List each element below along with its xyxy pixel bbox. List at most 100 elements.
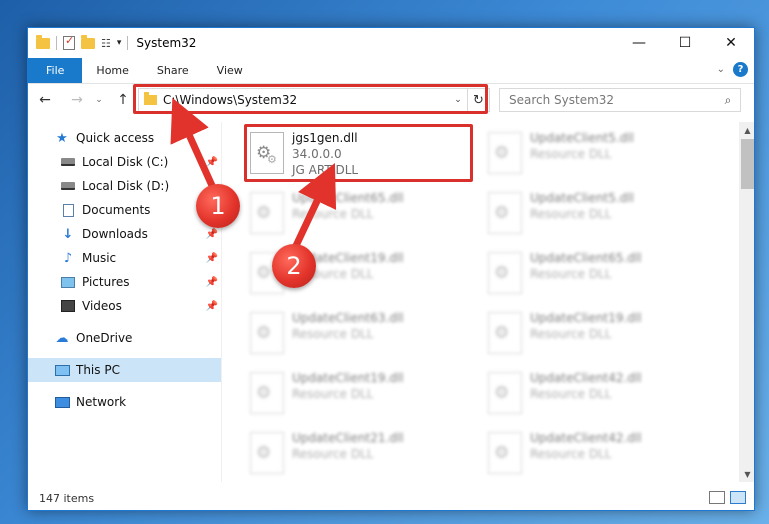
sidebar-item-documents[interactable]: Documents xyxy=(28,198,221,222)
file-list: ⚙ ⚙ jgs1gen.dll 34.0.0.0 JG ART DLL ⚙ Upd… xyxy=(224,122,739,480)
minimize-button[interactable]: — xyxy=(616,28,662,58)
sidebar-item-label: OneDrive xyxy=(76,331,133,345)
sidebar-item-quick-access[interactable]: ★ Quick access xyxy=(28,126,221,150)
sidebar-item-network[interactable]: Network xyxy=(28,390,221,414)
pin-icon: 📌 xyxy=(205,156,218,168)
recent-locations-button[interactable]: ⌄ xyxy=(92,95,106,105)
toolbar-divider xyxy=(56,36,57,50)
file-tile-jgs1gen[interactable]: ⚙ ⚙ jgs1gen.dll 34.0.0.0 JG ART DLL xyxy=(244,126,470,182)
file-tile[interactable]: ⚙ UpdateClient5.dll Resource DLL xyxy=(482,186,708,242)
file-tile[interactable]: ⚙ UpdateClient19.dll Resource DLL xyxy=(244,366,470,422)
address-dropdown-icon[interactable]: ⌄ xyxy=(449,95,467,105)
file-tile[interactable]: ⚙ UpdateClient5.dll Resource DLL xyxy=(482,126,708,182)
address-bar[interactable]: C:\Windows\System32 ⌄ ↻ xyxy=(138,88,490,112)
scroll-down-icon[interactable]: ▼ xyxy=(739,466,754,482)
dll-file-icon: ⚙ xyxy=(488,432,522,474)
expand-ribbon-icon[interactable]: ⌄ xyxy=(717,64,725,75)
file-tile[interactable]: ⚙ UpdateClient42.dll Resource DLL xyxy=(482,426,708,480)
dll-file-icon: ⚙ xyxy=(488,132,522,174)
file-description: Resource DLL xyxy=(530,207,612,221)
file-tile[interactable]: ⚙ UpdateClient65.dll Resource DLL xyxy=(244,186,470,242)
sidebar-item-local-disk-c[interactable]: Local Disk (C:) 📌 xyxy=(28,150,221,174)
sidebar-item-label: Pictures xyxy=(82,275,130,289)
sidebar-item-music[interactable]: ♪ Music 📌 xyxy=(28,246,221,270)
maximize-button[interactable]: ☐ xyxy=(662,28,708,58)
refresh-button[interactable]: ↻ xyxy=(467,89,489,111)
file-description: Resource DLL xyxy=(292,327,374,341)
computer-icon xyxy=(54,363,70,377)
file-description: Resource DLL xyxy=(530,327,612,341)
view-options-icon[interactable]: ☷ xyxy=(101,37,111,50)
large-icons-view-icon[interactable] xyxy=(730,491,746,504)
sidebar-item-onedrive[interactable]: ☁ OneDrive xyxy=(28,326,221,350)
properties-icon[interactable] xyxy=(63,34,75,50)
network-icon xyxy=(54,395,70,409)
file-description: JG ART DLL xyxy=(292,163,359,177)
dll-file-icon: ⚙ xyxy=(250,432,284,474)
file-tile[interactable]: ⚙ UpdateClient42.dll Resource DLL xyxy=(482,366,708,422)
pin-icon: 📌 xyxy=(205,276,218,288)
file-version: 34.0.0.0 xyxy=(292,147,342,161)
file-name: jgs1gen.dll xyxy=(292,131,358,145)
pin-icon: 📌 xyxy=(205,252,218,264)
file-description: Resource DLL xyxy=(530,267,612,281)
scrollbar-thumb[interactable] xyxy=(741,139,754,189)
sidebar-item-pictures[interactable]: Pictures 📌 xyxy=(28,270,221,294)
toolbar-divider xyxy=(127,36,129,50)
close-button[interactable]: ✕ xyxy=(708,28,754,58)
customize-toolbar-caret-icon[interactable]: ▾ xyxy=(117,38,122,48)
file-description: Resource DLL xyxy=(292,447,374,461)
new-folder-icon[interactable] xyxy=(81,34,95,49)
documents-icon xyxy=(60,203,76,217)
back-button[interactable]: ← xyxy=(34,92,56,108)
window-title: System32 xyxy=(136,36,197,50)
help-icon[interactable]: ? xyxy=(733,62,748,77)
sidebar-item-this-pc[interactable]: This PC xyxy=(28,358,221,382)
scroll-up-icon[interactable]: ▲ xyxy=(739,122,754,138)
address-path[interactable]: C:\Windows\System32 xyxy=(163,93,449,107)
ribbon-tabs: File Home Share View ⌄ ? xyxy=(28,58,754,84)
forward-button[interactable]: → xyxy=(66,92,88,108)
up-button[interactable]: ↑ xyxy=(112,92,134,108)
file-name: UpdateClient65.dll xyxy=(530,251,642,265)
music-icon: ♪ xyxy=(63,250,73,266)
sidebar-item-label: Music xyxy=(82,251,117,265)
file-tile[interactable]: ⚙ UpdateClient63.dll Resource DLL xyxy=(244,306,470,362)
sidebar-item-label: Network xyxy=(76,395,127,409)
title-bar: ☷ ▾ System32 — ☐ ✕ xyxy=(28,28,754,58)
details-view-icon[interactable] xyxy=(709,491,725,504)
search-icon[interactable]: ⌕ xyxy=(716,93,740,108)
file-name: UpdateClient5.dll xyxy=(530,191,634,205)
tab-home[interactable]: Home xyxy=(82,58,142,83)
sidebar-item-label: Documents xyxy=(82,203,151,217)
tab-view[interactable]: View xyxy=(203,58,257,83)
view-switcher xyxy=(709,491,746,504)
tab-file[interactable]: File xyxy=(28,58,83,83)
folder-icon xyxy=(36,34,50,49)
tab-share[interactable]: Share xyxy=(143,58,203,83)
sidebar-item-label: Local Disk (C:) xyxy=(82,155,169,169)
file-description: Resource DLL xyxy=(530,387,612,401)
file-name: UpdateClient21.dll xyxy=(292,431,404,445)
search-box[interactable]: Search System32 ⌕ xyxy=(499,88,741,112)
sidebar-item-local-disk-d[interactable]: Local Disk (D:) xyxy=(28,174,221,198)
file-tile[interactable]: ⚙ UpdateClient19.dll Resource DLL xyxy=(482,306,708,362)
cloud-icon: ☁ xyxy=(55,330,69,346)
sidebar-item-label: This PC xyxy=(76,363,120,377)
download-icon: ↓ xyxy=(62,226,74,242)
sidebar-item-videos[interactable]: Videos 📌 xyxy=(28,294,221,318)
sidebar-item-label: Videos xyxy=(82,299,122,313)
vertical-scrollbar[interactable]: ▲ ▼ xyxy=(739,122,754,482)
file-name: UpdateClient65.dll xyxy=(292,191,404,205)
videos-icon xyxy=(60,299,76,313)
pictures-icon xyxy=(60,275,76,289)
file-name: UpdateClient19.dll xyxy=(292,371,404,385)
search-input[interactable]: Search System32 xyxy=(509,93,716,107)
folder-icon xyxy=(144,92,157,105)
file-description: Resource DLL xyxy=(292,387,374,401)
dll-file-icon: ⚙ xyxy=(250,192,284,234)
sidebar-item-label: Local Disk (D:) xyxy=(82,179,170,193)
sidebar-item-downloads[interactable]: ↓ Downloads 📌 xyxy=(28,222,221,246)
file-tile[interactable]: ⚙ UpdateClient65.dll Resource DLL xyxy=(482,246,708,302)
file-tile[interactable]: ⚙ UpdateClient21.dll Resource DLL xyxy=(244,426,470,480)
